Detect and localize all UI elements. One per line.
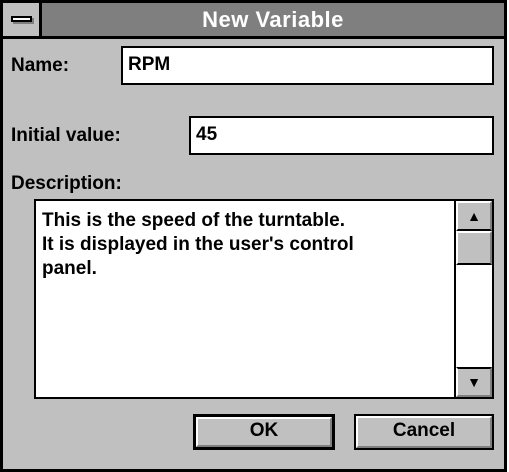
scroll-thumb[interactable]: [456, 231, 492, 265]
title-bar[interactable]: New Variable: [3, 3, 504, 39]
description-label: Description:: [11, 173, 122, 194]
system-menu-icon: [11, 16, 32, 22]
arrow-up-icon: ▲: [467, 208, 481, 224]
description-text: This is the speed of the turntable. It i…: [42, 210, 354, 279]
new-variable-dialog: New Variable Name: RPM Initial value: 45…: [0, 0, 507, 472]
ok-button[interactable]: OK: [193, 414, 335, 450]
initial-value-field[interactable]: 45: [189, 116, 494, 155]
scroll-down-button[interactable]: ▼: [456, 367, 492, 397]
initial-value-label: Initial value:: [11, 125, 121, 146]
dialog-title: New Variable: [202, 7, 344, 32]
arrow-down-icon: ▼: [467, 374, 481, 390]
name-label: Name:: [11, 55, 70, 76]
description-textarea[interactable]: This is the speed of the turntable. It i…: [34, 199, 494, 399]
system-menu-button[interactable]: [3, 3, 42, 36]
description-scrollbar[interactable]: ▲ ▼: [454, 201, 492, 397]
name-field[interactable]: RPM: [121, 46, 494, 85]
scroll-up-button[interactable]: ▲: [456, 201, 492, 231]
ok-button-label: OK: [249, 420, 279, 441]
cancel-button-label: Cancel: [392, 420, 456, 441]
cancel-button[interactable]: Cancel: [354, 414, 494, 450]
